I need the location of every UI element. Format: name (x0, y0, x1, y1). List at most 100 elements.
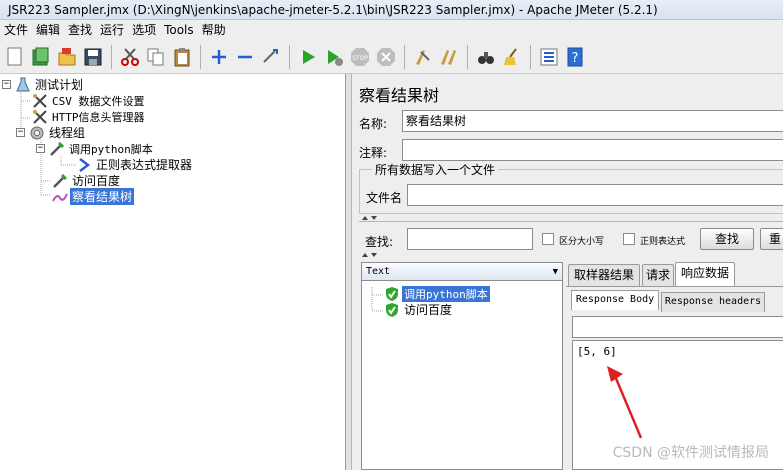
window-title: JSR223 Sampler.jmx (D:\XingN\jenkins\apa… (0, 0, 783, 20)
case-sensitive-label: 区分大小写 (559, 237, 605, 247)
graph-icon (52, 189, 68, 205)
tree-node-result-tree[interactable]: 察看结果树 (52, 188, 135, 205)
divider (359, 221, 783, 222)
toolbar: STOP ? (0, 40, 783, 74)
name-field[interactable]: 察看结果树 (402, 110, 783, 132)
tree-label: 访问百度 (72, 174, 121, 188)
toolbar-separator (200, 44, 201, 69)
shutdown-icon[interactable] (375, 46, 397, 68)
tree-node-python-sampler[interactable]: − 调用python脚本 (36, 140, 155, 157)
extractor-arrow-icon (76, 157, 92, 173)
sample-result-list: Text ▼ 调用python脚本 访问百度 (361, 262, 563, 470)
clear-icon[interactable] (412, 46, 434, 68)
response-body-text: [5, 6] (577, 345, 617, 358)
tab-sampler-result[interactable]: 取样器结果 (568, 264, 640, 286)
splitter-arrows-icon[interactable] (361, 252, 385, 258)
help-icon[interactable]: ? (564, 46, 586, 68)
wrench-icon (32, 109, 48, 125)
function-helper-icon[interactable] (538, 46, 560, 68)
collapse-minus-icon[interactable] (234, 46, 256, 68)
annotation-arrow (607, 366, 643, 439)
panel-title: 察看结果树 (359, 86, 440, 105)
result-item[interactable]: 调用python脚本 (384, 285, 490, 302)
result-tree-panel: 察看结果树 名称: 察看结果树 注释: 所有数据写入一个文件 文件名 查找: 区… (353, 74, 783, 470)
toolbar-separator (530, 44, 531, 69)
svg-text:STOP: STOP (352, 55, 368, 62)
tree-node-csv[interactable]: CSV 数据文件设置 (32, 92, 147, 109)
tree-node-test-plan[interactable]: − 测试计划 (2, 76, 85, 93)
menu-edit[interactable]: 编辑 (32, 20, 64, 40)
test-plan-icon (15, 77, 31, 93)
case-sensitive-checkbox[interactable] (542, 233, 554, 245)
tree-label: CSV 数据文件设置 (52, 94, 145, 108)
filename-label: 文件名 (366, 191, 403, 205)
broom-icon[interactable] (501, 46, 523, 68)
templates-icon[interactable] (30, 46, 52, 68)
svg-text:?: ? (572, 51, 579, 66)
result-label-selected: 调用python脚本 (402, 285, 490, 302)
collapse-toggle[interactable]: − (16, 128, 25, 137)
tree-label: 线程组 (49, 126, 86, 140)
toolbar-separator (289, 44, 290, 69)
search-button[interactable]: 查找 (700, 228, 754, 250)
tab-response-data[interactable]: 响应数据 (675, 262, 735, 286)
success-shield-icon (384, 302, 400, 318)
result-item[interactable]: 访问百度 (384, 301, 454, 318)
comment-field[interactable] (402, 139, 783, 161)
start-no-pauses-icon[interactable] (323, 46, 345, 68)
pipette-icon (52, 173, 68, 189)
wrench-icon (32, 93, 48, 109)
search-input[interactable] (407, 228, 533, 250)
regex-label: 正则表达式 (640, 237, 686, 247)
paste-icon[interactable] (171, 46, 193, 68)
menu-run[interactable]: 运行 (96, 20, 128, 40)
tree-label: 调用python脚本 (69, 142, 153, 156)
stop-icon[interactable]: STOP (349, 46, 371, 68)
menu-bar: 文件 编辑 查找 运行 选项 Tools 帮助 (0, 20, 783, 40)
menu-help[interactable]: 帮助 (198, 20, 230, 40)
open-icon[interactable] (56, 46, 78, 68)
toolbar-separator (404, 44, 405, 69)
menu-options[interactable]: 选项 (128, 20, 160, 40)
tree-node-thread-group[interactable]: − 线程组 (16, 124, 87, 141)
tab-request[interactable]: 请求 (642, 264, 674, 286)
tree-node-regex-extractor[interactable]: 正则表达式提取器 (76, 156, 194, 173)
menu-search[interactable]: 查找 (64, 20, 96, 40)
clear-all-icon[interactable] (438, 46, 460, 68)
subtab-response-body[interactable]: Response Body (571, 290, 659, 310)
menu-tools[interactable]: Tools (160, 20, 198, 40)
start-icon[interactable] (297, 46, 319, 68)
cut-icon[interactable] (119, 46, 141, 68)
expand-plus-icon[interactable] (208, 46, 230, 68)
tree-label: 正则表达式提取器 (96, 158, 193, 172)
renderer-selected-value: Text (366, 266, 391, 277)
result-label: 访问百度 (404, 303, 453, 317)
write-to-file-group: 所有数据写入一个文件 文件名 (359, 161, 783, 214)
filename-field[interactable] (407, 184, 783, 206)
new-icon[interactable] (4, 46, 26, 68)
name-label: 名称: (359, 117, 388, 131)
tree-label: 测试计划 (35, 78, 84, 92)
collapse-toggle[interactable]: − (2, 80, 11, 89)
binoculars-icon[interactable] (475, 46, 497, 68)
tree-node-visit-baidu[interactable]: 访问百度 (52, 172, 122, 189)
reset-button[interactable]: 重 (760, 228, 783, 250)
copy-icon[interactable] (145, 46, 167, 68)
tree-label-selected: 察看结果树 (70, 188, 135, 205)
subtab-response-headers[interactable]: Response headers (661, 292, 765, 312)
chevron-down-icon: ▼ (552, 267, 558, 277)
split-pane-divider[interactable] (346, 74, 352, 470)
tab-underline (566, 286, 783, 287)
menu-file[interactable]: 文件 (0, 20, 32, 40)
tree-label: HTTP信息头管理器 (52, 110, 145, 124)
toolbar-separator (111, 44, 112, 69)
response-search-field[interactable] (572, 316, 783, 338)
comment-label: 注释: (359, 146, 388, 160)
toggle-icon[interactable] (260, 46, 282, 68)
save-icon[interactable] (82, 46, 104, 68)
collapse-toggle[interactable]: − (36, 144, 45, 153)
regex-checkbox[interactable] (623, 233, 635, 245)
tree-node-http-header[interactable]: HTTP信息头管理器 (32, 108, 147, 125)
renderer-select[interactable]: Text ▼ (362, 263, 562, 281)
group-label: 所有数据写入一个文件 (372, 161, 499, 178)
